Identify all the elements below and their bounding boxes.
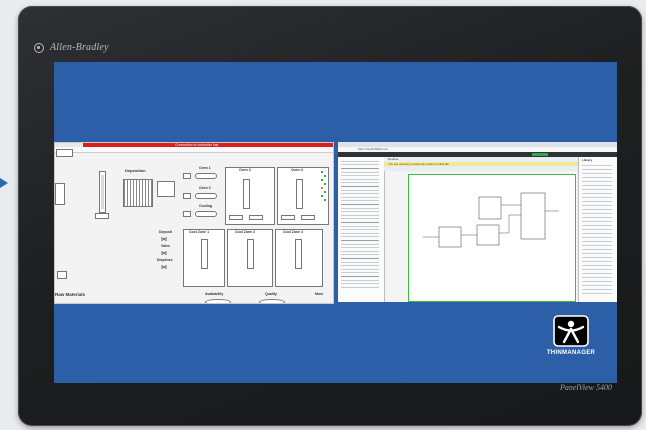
cool-zone1-label: Cool Zone 1	[189, 230, 210, 234]
function-block-canvas[interactable]	[408, 174, 576, 302]
quality-label: Quality	[265, 292, 277, 296]
deposition-title: Deposition	[125, 168, 146, 173]
right-status-bars	[321, 171, 331, 221]
project-tree-lines	[341, 161, 379, 289]
oven4-readout-a	[281, 215, 295, 220]
left-conveyor	[55, 183, 65, 205]
nav-home-button[interactable]	[56, 149, 73, 157]
brand-row: Allen-Bradley	[34, 42, 109, 53]
availability-label: Availability	[205, 292, 224, 296]
function-block-diagram	[423, 192, 559, 248]
hmi-process-pane[interactable]: Connection to controller lost Deposition…	[54, 142, 334, 304]
left-small-equipment	[57, 271, 67, 279]
deposition-tank-fill	[101, 175, 104, 209]
cooling-body	[195, 211, 217, 217]
oven3-readout-b	[249, 215, 263, 220]
deposition-grid	[123, 179, 153, 207]
oven2-body	[195, 193, 217, 199]
oven3-label: Oven 3	[239, 168, 251, 172]
thinmanager-logo: THINMANAGER	[536, 314, 606, 374]
url-text: https://studio5000.com	[358, 147, 389, 151]
dispense-valve-icon: ⋈	[161, 265, 167, 271]
oven4-label: Oven 4	[291, 168, 303, 172]
cool-zone3-gauge	[295, 239, 302, 269]
quality-gauge	[259, 299, 285, 303]
more-label: More	[315, 292, 324, 296]
editor-toolbar[interactable]	[384, 166, 578, 171]
deposition-readout	[95, 213, 109, 219]
dispense-label: Dispense	[157, 258, 173, 262]
valve-icon: ⋈	[161, 251, 167, 257]
carousel-arrow-icon[interactable]	[0, 178, 8, 188]
editor-pane[interactable]: https://studio5000.com Routine You are v…	[338, 142, 617, 302]
raw-materials-label: Raw Materials	[55, 292, 86, 297]
deposit-label: Deposit	[159, 230, 172, 234]
oven1-icon	[183, 173, 191, 179]
hmi-device-bezel: Allen-Bradley Connection to controller l…	[18, 6, 642, 426]
oven2-label: Oven 2	[199, 186, 211, 190]
brand-name: Allen-Bradley	[50, 42, 109, 53]
cool-zone2-gauge	[247, 239, 254, 269]
deposition-legend	[157, 181, 175, 197]
oven4-readout-b	[301, 215, 315, 220]
cool-zone3-label: Cool Zone 3	[283, 230, 304, 234]
project-tree[interactable]	[338, 157, 385, 302]
hmi-screen: Connection to controller lost Deposition…	[54, 62, 617, 383]
online-indicator	[532, 153, 548, 156]
cool-zone1-gauge	[201, 239, 208, 269]
thinmanager-logo-icon	[553, 315, 589, 347]
brand-logo-icon	[34, 42, 44, 53]
deposit-valve-icon: ⋈	[161, 237, 167, 243]
cool-zone2-label: Cool Zone 2	[235, 230, 256, 234]
editor-tab-label: Routine	[388, 157, 399, 161]
oven1-body	[195, 173, 217, 179]
oven4-gauge	[296, 179, 303, 209]
oven1-label: Oven 1	[199, 166, 211, 170]
oven3-readout-a	[229, 215, 243, 220]
hmi-nav-strip[interactable]	[55, 147, 333, 153]
thinmanager-wordmark: THINMANAGER	[546, 350, 596, 356]
oven2-icon	[183, 193, 191, 199]
library-title: Library	[582, 158, 593, 162]
cooling-label: Cooling	[199, 204, 213, 208]
valve-label: Valve	[161, 244, 170, 248]
library-panel[interactable]: Library	[578, 157, 617, 302]
oven3-gauge	[243, 179, 250, 209]
library-list-lines	[582, 165, 612, 297]
availability-gauge	[205, 299, 231, 303]
cooling-icon	[183, 211, 191, 217]
device-model: PanelView 5400	[559, 383, 612, 392]
